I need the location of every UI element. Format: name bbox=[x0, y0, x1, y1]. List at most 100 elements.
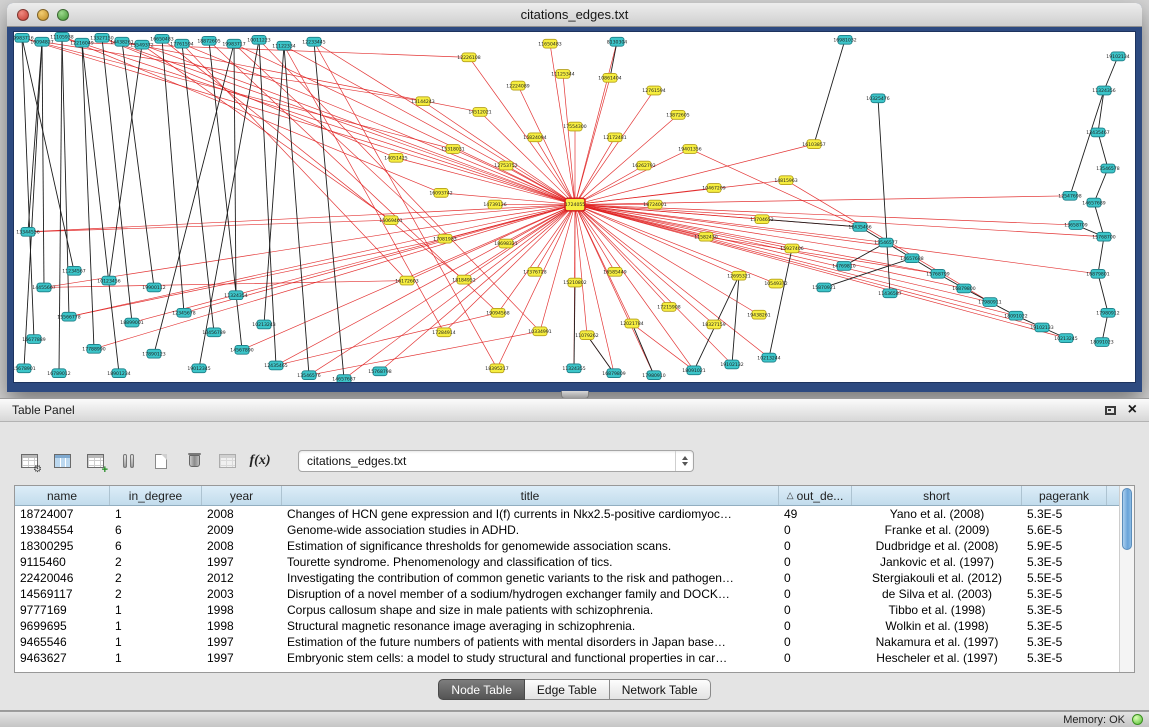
table-select[interactable]: citations_edges.txt bbox=[298, 450, 694, 472]
column-header-title[interactable]: title bbox=[282, 486, 779, 505]
network-node[interactable]: 11324354 bbox=[224, 291, 247, 300]
network-node[interactable]: 17788990 bbox=[82, 344, 105, 353]
import-table-button[interactable]: + bbox=[82, 448, 108, 474]
network-node[interactable]: 16879801 bbox=[1086, 269, 1109, 278]
table-row[interactable]: 969969511998Structural magnetic resonanc… bbox=[15, 618, 1134, 634]
network-node[interactable]: 10467209 bbox=[702, 184, 725, 193]
table-row[interactable]: 1456911722003Disruption of a novel membe… bbox=[15, 586, 1134, 602]
network-node[interactable]: 14815963 bbox=[774, 176, 797, 185]
network-node[interactable]: 13546578 bbox=[1096, 164, 1119, 173]
network-node[interactable]: 16981032 bbox=[833, 35, 856, 44]
network-node[interactable]: 12761594 bbox=[642, 86, 665, 95]
network-node[interactable]: 14657689 bbox=[1082, 198, 1105, 207]
network-node[interactable]: 18872605 bbox=[197, 36, 220, 45]
column-header-pagerank[interactable]: pagerank bbox=[1022, 486, 1107, 505]
network-node[interactable]: 19102132 bbox=[720, 360, 743, 369]
network-node[interactable]: 14512021 bbox=[468, 108, 491, 117]
network-node[interactable]: 17284914 bbox=[432, 328, 455, 337]
network-node[interactable]: 17215908 bbox=[657, 303, 680, 312]
network-node[interactable]: 17890123 bbox=[142, 349, 165, 358]
function-builder-button[interactable]: f(x) bbox=[247, 448, 273, 474]
network-node[interactable]: 14567890 bbox=[230, 345, 253, 354]
network-node[interactable]: 19094568 bbox=[486, 308, 509, 317]
network-node[interactable]: 16789012 bbox=[47, 369, 70, 378]
float-panel-icon[interactable] bbox=[1105, 406, 1116, 415]
table-row[interactable]: 911546021997Tourette syndrome. Phenomeno… bbox=[15, 554, 1134, 570]
table-row[interactable]: 1830029562008Estimation of significance … bbox=[15, 538, 1134, 554]
network-node[interactable]: 19102134 bbox=[1106, 52, 1129, 61]
network-node[interactable]: 18091021 bbox=[682, 366, 705, 375]
network-graph[interactable]: 1724055187240011626279212172481175543001… bbox=[14, 32, 1135, 382]
network-node[interactable]: 18395217 bbox=[485, 364, 508, 373]
network-node[interactable]: 18899001 bbox=[120, 318, 143, 327]
network-node[interactable]: 11234567 bbox=[62, 266, 85, 275]
network-node[interactable]: 17980910 bbox=[642, 371, 665, 380]
network-node[interactable]: 8130304 bbox=[607, 37, 628, 46]
network-node[interactable]: 13872605 bbox=[666, 110, 689, 119]
network-node[interactable]: 11324355 bbox=[562, 364, 585, 373]
network-node[interactable]: 12435465 bbox=[264, 361, 287, 370]
network-node[interactable]: 16262792 bbox=[632, 161, 655, 170]
network-node[interactable]: 11079262 bbox=[575, 331, 598, 340]
network-node[interactable]: 11324356 bbox=[1092, 86, 1115, 95]
table-row[interactable]: 1938455462009Genome-wide association stu… bbox=[15, 522, 1134, 538]
network-node[interactable]: 18091023 bbox=[1090, 338, 1113, 347]
network-node[interactable]: 19983716 bbox=[14, 33, 34, 42]
network-node[interactable]: 19401356 bbox=[678, 145, 701, 154]
network-node[interactable]: 18091022 bbox=[1004, 311, 1027, 320]
network-node[interactable]: 16103857 bbox=[802, 140, 825, 149]
delete-column-button[interactable] bbox=[181, 448, 207, 474]
network-node[interactable]: 12435466 bbox=[848, 223, 871, 232]
network-canvas[interactable]: 1724055187240011626279212172481175543001… bbox=[13, 31, 1136, 383]
network-node[interactable]: 15318031 bbox=[441, 145, 464, 154]
network-node[interactable]: 12233445 bbox=[302, 37, 325, 46]
network-node[interactable]: 10861404 bbox=[598, 73, 621, 82]
new-column-button[interactable] bbox=[148, 448, 174, 474]
table-row[interactable]: 946554611997Estimation of the future num… bbox=[15, 634, 1134, 650]
network-node[interactable]: 12224089 bbox=[506, 81, 529, 90]
network-node[interactable]: 12695321 bbox=[727, 271, 750, 280]
network-node[interactable]: 16650483 bbox=[150, 34, 173, 43]
network-node[interactable]: 19102133 bbox=[1030, 323, 1053, 332]
network-node[interactable]: 10325476 bbox=[866, 94, 889, 103]
column-header-in-degree[interactable]: in_degree bbox=[110, 486, 202, 505]
table-mode-button[interactable]: ⚙ bbox=[16, 448, 42, 474]
network-node[interactable]: 17980912 bbox=[1096, 308, 1119, 317]
column-header-short[interactable]: short bbox=[852, 486, 1022, 505]
table-row[interactable]: 2242004622012Investigating the contribut… bbox=[15, 570, 1134, 586]
network-node[interactable]: 19983717 bbox=[222, 39, 245, 48]
network-node[interactable]: 11436587 bbox=[878, 289, 901, 298]
network-node[interactable]: 10123456 bbox=[97, 276, 120, 285]
table-disabled-button[interactable] bbox=[214, 448, 240, 474]
network-node[interactable]: 17554300 bbox=[563, 122, 586, 131]
network-node[interactable]: 12021784 bbox=[620, 319, 643, 328]
column-header-out-de-[interactable]: △out_de... bbox=[779, 486, 852, 505]
table-scrollbar[interactable] bbox=[1119, 486, 1134, 672]
column-header-year[interactable]: year bbox=[202, 486, 282, 505]
close-panel-icon[interactable]: × bbox=[1128, 403, 1137, 417]
show-columns-button[interactable] bbox=[49, 448, 75, 474]
network-node[interactable]: 16879809 bbox=[602, 369, 625, 378]
tab-node-table[interactable]: Node Table bbox=[438, 679, 525, 700]
network-node[interactable]: 12172481 bbox=[603, 133, 626, 142]
scrollbar-thumb[interactable] bbox=[1122, 488, 1132, 550]
table-row[interactable]: 946362711997Embryonic stem cells: a mode… bbox=[15, 650, 1134, 666]
close-button[interactable] bbox=[17, 9, 29, 21]
network-node[interactable]: 19900112 bbox=[142, 283, 165, 292]
network-node[interactable]: 15210802 bbox=[563, 278, 586, 287]
network-node[interactable]: 18184952 bbox=[452, 275, 475, 284]
network-node[interactable]: 11122334 bbox=[272, 41, 295, 50]
network-node[interactable]: 18327159 bbox=[702, 320, 725, 329]
tab-edge-table[interactable]: Edge Table bbox=[525, 679, 610, 700]
network-node[interactable]: 10011223 bbox=[247, 35, 270, 44]
network-node-hub[interactable]: 1724055 bbox=[565, 198, 586, 211]
network-node[interactable]: 15768799 bbox=[926, 269, 949, 278]
network-node[interactable]: 14657687 bbox=[332, 375, 355, 382]
network-node[interactable]: 15768798 bbox=[368, 367, 391, 376]
network-node[interactable]: 19438261 bbox=[747, 310, 770, 319]
network-node[interactable]: 11650483 bbox=[538, 39, 561, 48]
network-node[interactable]: 15678901 bbox=[14, 364, 36, 373]
column-header-name[interactable]: name bbox=[15, 486, 110, 505]
network-node[interactable]: 10213243 bbox=[252, 320, 275, 329]
network-node[interactable]: 10213244 bbox=[757, 353, 780, 362]
